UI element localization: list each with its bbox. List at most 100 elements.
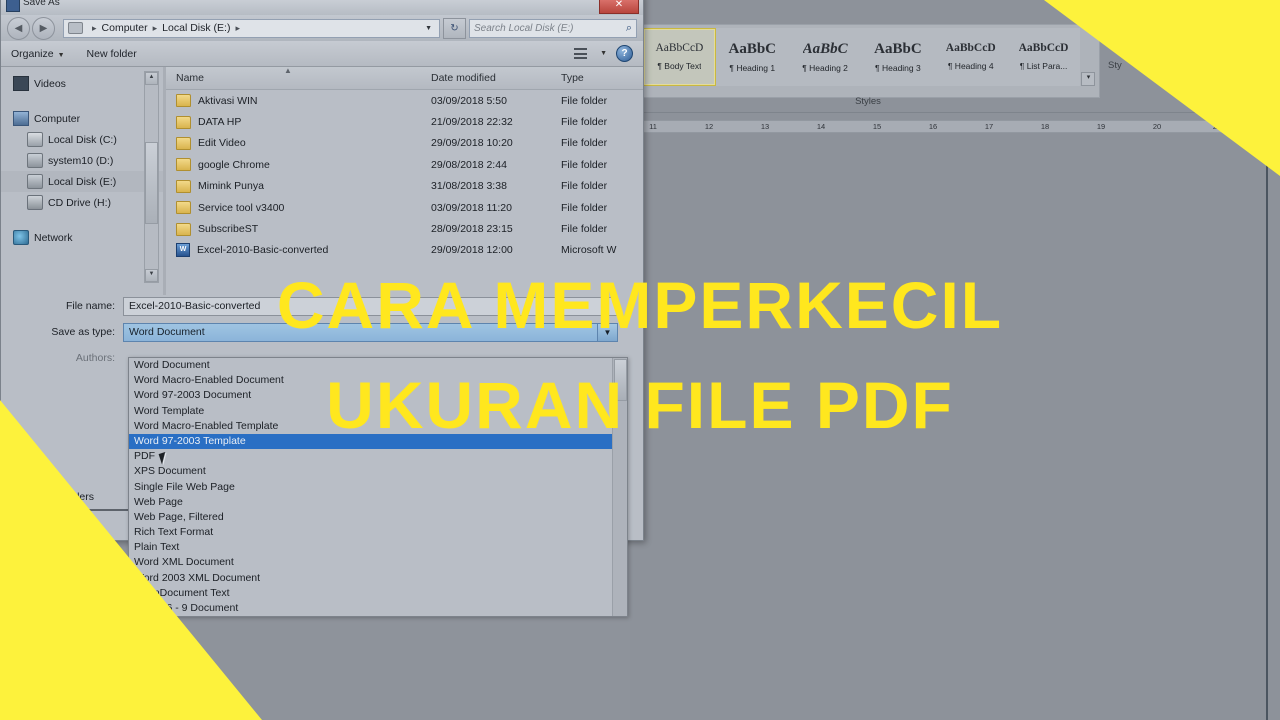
- column-header-name[interactable]: Name ▲: [166, 66, 431, 84]
- file-type-cell: File folder: [561, 223, 608, 236]
- table-row[interactable]: W Excel-2010-Basic-converted 29/09/2018 1…: [166, 240, 643, 261]
- file-name-cell: Mimink Punya: [166, 179, 431, 193]
- chevron-down-icon[interactable]: ▼: [422, 25, 435, 32]
- tree-item-label: CD Drive (H:): [48, 196, 111, 209]
- style-chip-heading-1[interactable]: AaBbC ¶ Heading 1: [715, 28, 789, 86]
- sort-ascending-icon: ▲: [284, 66, 292, 75]
- navigation-tree-pane: Videos Computer Local Disk (C:) system10…: [1, 67, 163, 295]
- refresh-icon[interactable]: ↻: [443, 17, 466, 39]
- file-type-cell: File folder: [561, 94, 608, 107]
- file-date-cell: 29/08/2018 2:44: [431, 158, 507, 171]
- file-type-cell: File folder: [561, 116, 608, 129]
- tree-item-system10-d[interactable]: system10 (D:): [1, 150, 163, 171]
- folder-icon: [176, 94, 191, 108]
- organize-button[interactable]: Organize ▼: [11, 48, 65, 60]
- file-type-cell: File folder: [561, 201, 608, 214]
- file-date-cell: 28/09/2018 23:15: [431, 223, 513, 236]
- style-preview: AaBbCcD: [945, 43, 996, 55]
- address-bar[interactable]: ▸ Computer ▸ Local Disk (E:) ▸ ▼: [63, 18, 440, 38]
- style-chip-heading-2[interactable]: AaBbC ¶ Heading 2: [788, 28, 862, 86]
- table-row[interactable]: Aktivasi WIN 03/09/2018 5:50 File folder: [166, 90, 643, 111]
- style-chip-body-text[interactable]: AaBbCcD ¶ Body Text: [643, 28, 716, 86]
- file-name-cell: google Chrome: [166, 158, 431, 172]
- file-type-cell: Microsoft W: [561, 244, 617, 257]
- table-row[interactable]: Mimink Punya 31/08/2018 3:38 File folder: [166, 176, 643, 197]
- column-header-type[interactable]: Type: [561, 72, 643, 84]
- style-preview: AaBbC: [802, 41, 848, 57]
- breadcrumb-computer[interactable]: Computer: [102, 22, 148, 34]
- file-name-label: google Chrome: [198, 158, 270, 171]
- breadcrumb-separator: ▸: [92, 22, 97, 33]
- overlay-title-line-2: UKURAN FILE PDF: [326, 368, 954, 442]
- nav-arrow-group: ◀ ▶: [7, 16, 55, 40]
- style-label: ¶ Body Text: [657, 60, 702, 71]
- search-input[interactable]: Search Local Disk (E:) ⌕: [469, 18, 637, 38]
- tree-item-cd-drive-h[interactable]: CD Drive (H:): [1, 192, 163, 213]
- file-name-cell: Edit Video: [166, 136, 431, 150]
- table-row[interactable]: Service tool v3400 03/09/2018 11:20 File…: [166, 197, 643, 218]
- table-row[interactable]: google Chrome 29/08/2018 2:44 File folde…: [166, 154, 643, 175]
- tree-item-network[interactable]: Network: [1, 227, 163, 248]
- decorative-triangle-top-right: [1044, 0, 1280, 176]
- disk-icon: [27, 153, 43, 168]
- table-row[interactable]: Edit Video 29/09/2018 10:20 File folder: [166, 133, 643, 154]
- tree-item-local-disk-e[interactable]: Local Disk (E:): [1, 171, 163, 192]
- scrollbar-thumb[interactable]: [145, 142, 158, 224]
- dialog-body: Videos Computer Local Disk (C:) system10…: [1, 66, 643, 295]
- help-icon[interactable]: ?: [616, 45, 633, 62]
- tree-scrollbar[interactable]: ▲ ▼: [144, 71, 159, 283]
- computer-icon: [68, 22, 83, 34]
- tree-item-local-disk-c[interactable]: Local Disk (C:): [1, 129, 163, 150]
- file-name-cell: SubscribeST: [166, 222, 431, 236]
- style-preview: AaBbCcD: [655, 43, 704, 55]
- chevron-down-icon[interactable]: ▼: [600, 50, 607, 57]
- file-name-cell: DATA HP: [166, 115, 431, 129]
- file-date-cell: 03/09/2018 5:50: [431, 94, 507, 107]
- file-date-cell: 21/09/2018 22:32: [431, 116, 513, 129]
- ruler-tick-label: 13: [760, 122, 770, 131]
- folder-icon: [176, 222, 191, 236]
- organize-label: Organize: [11, 47, 54, 60]
- forward-icon[interactable]: ▶: [32, 16, 55, 40]
- new-folder-button[interactable]: New folder: [87, 48, 137, 60]
- navigation-bar: ◀ ▶ ▸ Computer ▸ Local Disk (E:) ▸ ▼ ↻ S…: [1, 15, 643, 41]
- style-label: ¶ Heading 1: [729, 62, 776, 73]
- disk-icon: [27, 174, 43, 189]
- folder-icon: [176, 179, 191, 193]
- toolbar-right-group: ▼ ?: [574, 45, 633, 62]
- file-date-cell: 03/09/2018 11:20: [431, 201, 512, 214]
- search-placeholder: Search Local Disk (E:): [474, 22, 574, 34]
- ruler-tick-label: 16: [928, 122, 938, 131]
- style-preview: AaBbC: [874, 41, 922, 57]
- view-options-icon[interactable]: [574, 48, 588, 59]
- tree-item-label: Videos: [34, 77, 66, 90]
- folder-icon: [176, 115, 191, 129]
- style-chip-heading-4[interactable]: AaBbCcD ¶ Heading 4: [934, 28, 1008, 86]
- tree-item-computer[interactable]: Computer: [1, 108, 163, 129]
- column-header-date-modified[interactable]: Date modified: [431, 72, 561, 84]
- word-app-icon: [6, 0, 20, 12]
- close-icon[interactable]: ✕: [599, 0, 639, 14]
- breadcrumb-separator: ▸: [152, 22, 158, 33]
- ruler-tick-label: 14: [816, 122, 826, 131]
- style-chip-heading-3[interactable]: AaBbC ¶ Heading 3: [861, 28, 935, 86]
- tree-item-label: Network: [34, 231, 73, 244]
- tree-item-videos[interactable]: Videos: [1, 73, 163, 94]
- table-row[interactable]: DATA HP 21/09/2018 22:32 File folder: [166, 111, 643, 132]
- tree-item-label: Local Disk (C:): [48, 133, 117, 146]
- file-name-label: SubscribeST: [198, 223, 259, 236]
- cd-drive-icon: [27, 195, 43, 210]
- dialog-title-bar[interactable]: Save As ✕: [1, 0, 643, 15]
- overlay-title-line-1: CARA MEMPERKECIL: [276, 268, 1004, 342]
- ruler-tick-label: 12: [704, 122, 714, 131]
- breadcrumb-local-disk-e[interactable]: Local Disk (E:): [162, 22, 230, 34]
- scroll-up-icon[interactable]: ▲: [145, 72, 158, 85]
- file-name-cell: Service tool v3400: [166, 201, 431, 215]
- back-icon[interactable]: ◀: [7, 16, 30, 40]
- file-name-label: Service tool v3400: [198, 201, 285, 214]
- decorative-triangle-bottom-left: [0, 400, 262, 720]
- file-type-cell: File folder: [561, 180, 608, 193]
- table-row[interactable]: SubscribeST 28/09/2018 23:15 File folder: [166, 218, 643, 239]
- style-gallery[interactable]: AaBbCcD ¶ Body Text AaBbC ¶ Heading 1 Aa…: [639, 25, 1099, 89]
- computer-icon: [13, 111, 29, 126]
